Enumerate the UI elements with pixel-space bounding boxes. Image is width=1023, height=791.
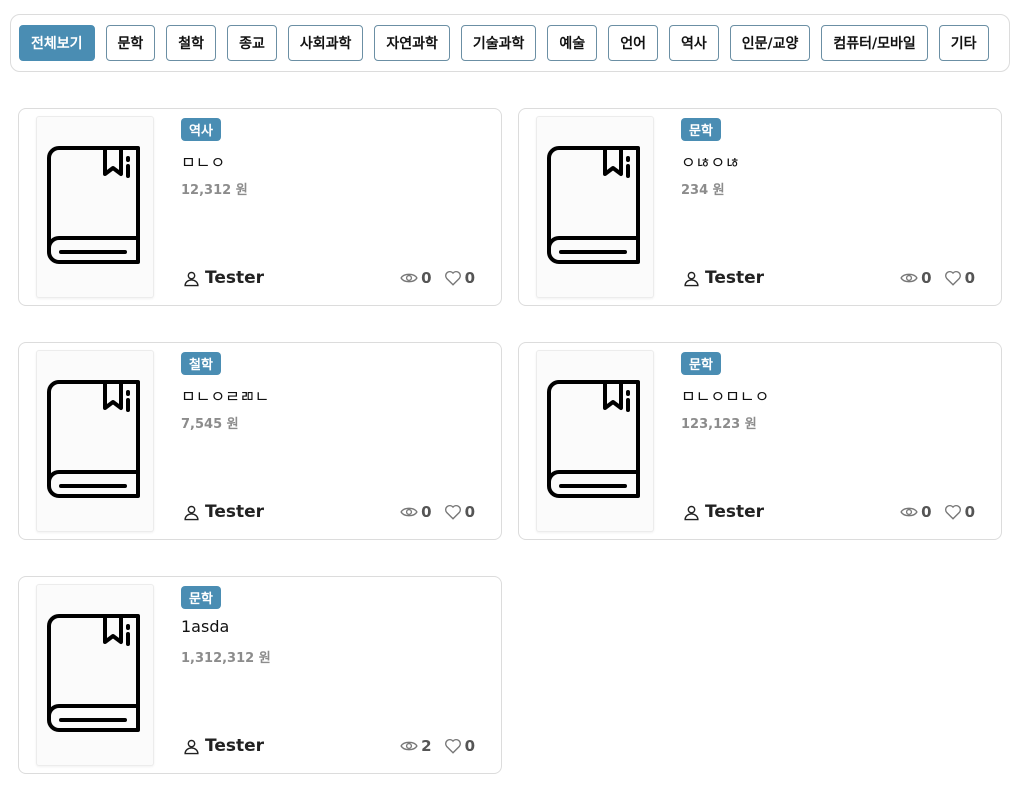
filter-art[interactable]: 예술 (547, 25, 598, 61)
category-badge: 문학 (181, 586, 221, 609)
author: Tester (683, 268, 764, 288)
user-icon (184, 271, 199, 286)
heart-icon[interactable] (944, 503, 962, 521)
author: Tester (183, 736, 264, 756)
eye-icon (400, 507, 418, 517)
book-title[interactable]: 1asda (181, 617, 229, 636)
stats: 0 0 (900, 503, 975, 521)
book-price: 7,545 원 (181, 417, 239, 432)
filter-social-science[interactable]: 사회과학 (287, 25, 364, 61)
stats: 0 0 (400, 503, 475, 521)
filter-computer-mobile[interactable]: 컴퓨터/모바일 (821, 25, 928, 61)
book-price: 1,312,312 원 (181, 651, 271, 666)
heart-icon[interactable] (444, 737, 462, 755)
heart-icon[interactable] (944, 269, 962, 287)
eye-icon (400, 273, 418, 283)
book-title[interactable]: ㅇㄶㅇㄶ (681, 149, 740, 173)
filter-literature[interactable]: 문학 (105, 25, 156, 61)
like-count: 0 (964, 503, 975, 521)
like-count: 0 (464, 737, 475, 755)
stats: 0 0 (900, 269, 975, 287)
filter-all[interactable]: 전체보기 (19, 25, 95, 61)
filter-technology[interactable]: 기술과학 (460, 25, 537, 61)
book-price: 234 원 (681, 183, 725, 198)
heart-icon[interactable] (444, 503, 462, 521)
user-icon (184, 505, 199, 520)
book-icon (47, 380, 140, 498)
view-count: 0 (921, 269, 932, 287)
like-count: 0 (464, 503, 475, 521)
book-card[interactable]: 문학 1asda 1,312,312 원 Tester 2 0 (18, 576, 502, 774)
category-badge: 문학 (681, 118, 721, 141)
book-card[interactable]: 문학 ㅇㄶㅇㄶ 234 원 Tester 0 0 (518, 108, 1002, 306)
book-cover[interactable] (536, 350, 654, 532)
author: Tester (183, 268, 264, 288)
user-icon (684, 505, 699, 520)
category-badge: 역사 (181, 118, 221, 141)
book-price: 12,312 원 (181, 183, 248, 198)
view-count: 0 (921, 503, 932, 521)
filter-humanities[interactable]: 인문/교양 (729, 25, 811, 61)
book-cover[interactable] (36, 350, 154, 532)
filter-language[interactable]: 언어 (608, 25, 658, 61)
filter-history[interactable]: 역사 (668, 25, 719, 61)
stats: 0 0 (400, 269, 475, 287)
category-badge: 철학 (181, 352, 221, 375)
eye-icon (900, 273, 918, 283)
book-price: 123,123 원 (681, 417, 757, 432)
book-icon (47, 146, 140, 264)
author-name: Tester (205, 268, 265, 288)
book-icon (547, 146, 640, 264)
view-count: 0 (421, 503, 432, 521)
heart-icon[interactable] (444, 269, 462, 287)
book-card[interactable]: 역사 ㅁㄴㅇ 12,312 원 Tester 0 0 (18, 108, 502, 306)
filter-philosophy[interactable]: 철학 (166, 25, 217, 61)
stats: 2 0 (400, 737, 475, 755)
author-name: Tester (205, 502, 265, 522)
book-card[interactable]: 문학 ㅁㄴㅇㅁㄴㅇ 123,123 원 Tester 0 0 (518, 342, 1002, 540)
book-title[interactable]: ㅁㄴㅇ (181, 149, 225, 173)
book-card[interactable]: 철학 ㅁㄴㅇㄹㄻㄴ 7,545 원 Tester 0 0 (18, 342, 502, 540)
user-icon (184, 739, 199, 754)
book-icon (547, 380, 640, 498)
category-badge: 문학 (681, 352, 721, 375)
like-count: 0 (464, 269, 475, 287)
filter-natural-science[interactable]: 자연과학 (374, 25, 450, 61)
author-name: Tester (705, 268, 765, 288)
book-cover[interactable] (536, 116, 654, 298)
author: Tester (183, 502, 264, 522)
filter-etc[interactable]: 기타 (938, 25, 989, 61)
user-icon (684, 271, 699, 286)
author: Tester (683, 502, 764, 522)
book-cover[interactable] (36, 584, 154, 766)
book-cover[interactable] (36, 116, 154, 298)
book-title[interactable]: ㅁㄴㅇㄹㄻㄴ (181, 383, 269, 407)
author-name: Tester (205, 736, 265, 756)
like-count: 0 (964, 269, 975, 287)
eye-icon (400, 741, 418, 751)
view-count: 2 (421, 737, 432, 755)
book-title[interactable]: ㅁㄴㅇㅁㄴㅇ (681, 383, 769, 407)
eye-icon (900, 507, 918, 517)
author-name: Tester (705, 502, 765, 522)
filter-religion[interactable]: 종교 (227, 25, 277, 61)
view-count: 0 (421, 269, 432, 287)
book-icon (47, 614, 140, 732)
category-filter-bar: 전체보기 문학 철학 종교 사회과학 자연과학 기술과학 예술 언어 역사 인문… (10, 14, 1010, 72)
